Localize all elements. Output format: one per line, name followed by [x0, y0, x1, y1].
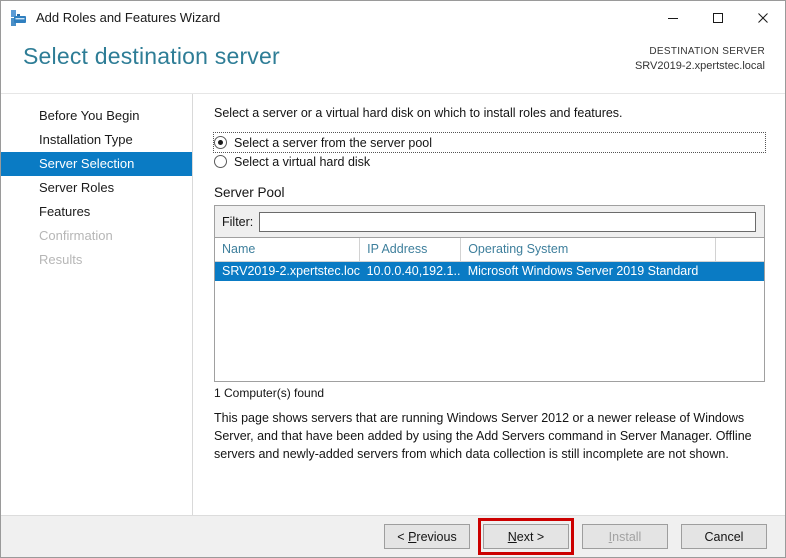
- title-bar: Add Roles and Features Wizard: [1, 1, 785, 34]
- table-header-row: Name IP Address Operating System: [215, 238, 765, 262]
- destination-server-block: DESTINATION SERVER SRV2019-2.xpertstec.l…: [635, 45, 765, 73]
- minimize-icon: [667, 17, 678, 19]
- radio-unselected-icon: [214, 155, 227, 168]
- window-title: Add Roles and Features Wizard: [36, 10, 221, 25]
- table-header: Name IP Address Operating System: [215, 238, 765, 262]
- cell-operating-system: Microsoft Windows Server 2019 Standard: [460, 261, 716, 281]
- close-button[interactable]: [740, 1, 785, 34]
- maximize-icon: [712, 12, 723, 23]
- sidebar-item-results: Results: [39, 252, 83, 267]
- wizard-window: Add Roles and Features Wizard Select des…: [0, 0, 786, 558]
- page-description: This page shows servers that are running…: [214, 410, 752, 461]
- radio-virtual-hard-disk-label: Select a virtual hard disk: [234, 154, 371, 169]
- filter-bar: Filter:: [215, 206, 765, 238]
- table-row[interactable]: SRV2019-2.xpertstec.local 10.0.0.40,192.…: [215, 261, 765, 281]
- column-header-extra[interactable]: [715, 238, 765, 262]
- destination-server-value: SRV2019-2.xpertstec.local: [634, 60, 765, 72]
- cancel-post: Cancel: [704, 529, 744, 544]
- radio-selected-icon: [214, 136, 227, 149]
- next-button[interactable]: Next >: [483, 524, 569, 549]
- page-title: Select destination server: [23, 43, 280, 69]
- destination-server-label: DESTINATION SERVER: [649, 46, 765, 57]
- next-accel: N: [507, 529, 517, 544]
- cell-ip-address: 10.0.0.40,192.1...: [359, 261, 461, 281]
- column-header-name[interactable]: Name: [215, 238, 361, 262]
- next-button-wrapper: Next >: [478, 518, 574, 555]
- window-controls: [650, 1, 785, 34]
- radio-server-pool[interactable]: Select a server from the server pool: [212, 132, 767, 153]
- minimize-button[interactable]: [650, 1, 695, 34]
- wizard-steps-sidebar: Before You Begin Installation Type Serve…: [1, 94, 193, 515]
- next-post: ext >: [516, 529, 545, 544]
- sidebar-item-features[interactable]: Features: [1, 200, 192, 224]
- server-pool-table: Name IP Address Operating System: [215, 238, 765, 262]
- cell-extra: [715, 261, 765, 281]
- close-icon: [757, 12, 768, 23]
- intro-text: Select a server or a virtual hard disk o…: [214, 106, 623, 120]
- server-pool-heading: Server Pool: [214, 185, 285, 200]
- maximize-button[interactable]: [695, 1, 740, 34]
- sidebar-item-installation-type[interactable]: Installation Type: [1, 128, 192, 152]
- filter-label: Filter:: [222, 214, 254, 229]
- sidebar-item-server-roles[interactable]: Server Roles: [1, 176, 192, 200]
- server-pool-panel: Filter: Name IP Address Operating System…: [214, 205, 766, 382]
- previous-button[interactable]: < Previous: [384, 524, 470, 549]
- wizard-footer: < Previous Next > Install Cancel: [1, 515, 785, 557]
- sidebar-item-server-selection[interactable]: Server Selection: [1, 152, 192, 176]
- install-button: Install: [582, 524, 668, 549]
- cell-name: SRV2019-2.xpertstec.local: [215, 261, 360, 281]
- sidebar-item-confirmation: Confirmation: [39, 228, 113, 243]
- wizard-body: Before You Begin Installation Type Serve…: [1, 94, 785, 515]
- filter-input[interactable]: [259, 211, 757, 232]
- server-pool-table-body-area[interactable]: SRV2019-2.xpertstec.local 10.0.0.40,192.…: [215, 261, 765, 381]
- sidebar-item-before-you-begin[interactable]: Before You Begin: [1, 104, 192, 128]
- page-header: Select destination server DESTINATION SE…: [1, 34, 785, 94]
- main-content: Select a server or a virtual hard disk o…: [193, 94, 785, 515]
- previous-pre: <: [397, 529, 409, 544]
- server-wizard-icon: [10, 9, 28, 27]
- computers-found-text: 1 Computer(s) found: [214, 385, 325, 400]
- column-header-ip-address[interactable]: IP Address: [359, 238, 462, 262]
- radio-server-pool-label: Select a server from the server pool: [234, 135, 432, 150]
- previous-post: revious: [416, 529, 457, 544]
- radio-virtual-hard-disk[interactable]: Select a virtual hard disk: [214, 152, 765, 171]
- cancel-button[interactable]: Cancel: [681, 524, 767, 549]
- column-header-operating-system[interactable]: Operating System: [460, 238, 717, 262]
- install-post: nstall: [612, 529, 642, 544]
- table-body: SRV2019-2.xpertstec.local 10.0.0.40,192.…: [215, 261, 765, 281]
